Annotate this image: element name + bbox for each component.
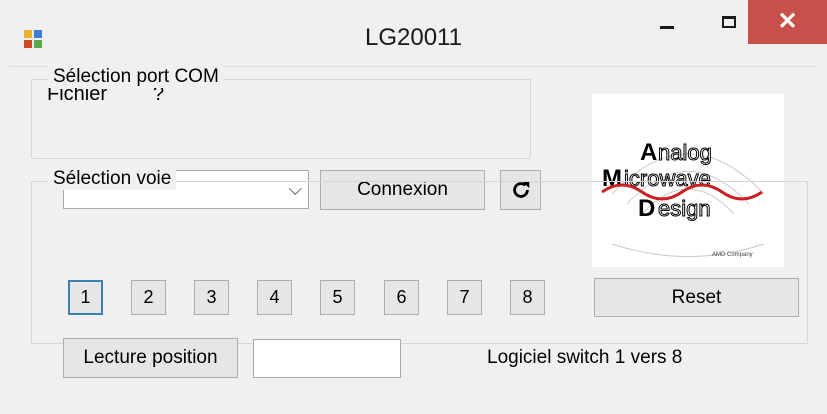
channel-button-5[interactable]: 5 [320, 280, 355, 315]
title-bar: LG20011 ✕ [0, 0, 827, 66]
svg-text:nalog: nalog [658, 140, 712, 165]
channel-button-4[interactable]: 4 [257, 280, 292, 315]
position-field[interactable] [253, 339, 401, 378]
lecture-position-button[interactable]: Lecture position [63, 338, 238, 378]
close-button[interactable]: ✕ [748, 0, 827, 44]
channel-button-1[interactable]: 1 [68, 280, 103, 315]
reset-button[interactable]: Reset [594, 278, 799, 317]
channel-button-8[interactable]: 8 [510, 280, 545, 315]
minimize-icon [660, 25, 674, 29]
voie-group-legend: Sélection voie [48, 168, 177, 190]
minimize-button[interactable] [632, 0, 702, 44]
channel-button-2[interactable]: 2 [131, 280, 166, 315]
channel-button-3[interactable]: 3 [194, 280, 229, 315]
maximize-icon [722, 16, 736, 28]
close-icon: ✕ [777, 8, 798, 35]
voie-group: Sélection voie [31, 168, 808, 344]
channel-button-6[interactable]: 6 [384, 280, 419, 315]
com-port-group: Sélection port COM [31, 66, 531, 159]
com-port-group-legend: Sélection port COM [48, 66, 224, 88]
software-info-label: Logiciel switch 1 vers 8 [487, 347, 683, 368]
channel-button-7[interactable]: 7 [447, 280, 482, 315]
svg-text:A: A [640, 139, 657, 166]
app-window: LG20011 ✕ Fichier ? Sélection port COM ⌵… [0, 0, 827, 414]
